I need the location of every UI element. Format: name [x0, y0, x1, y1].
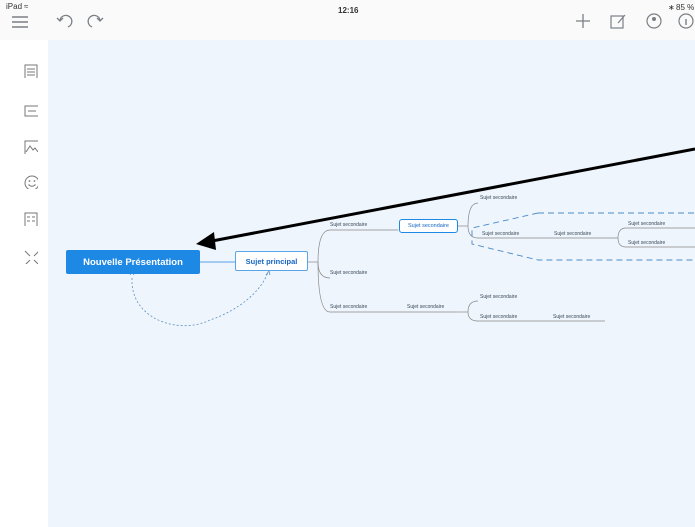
- subtopic[interactable]: Sujet secondaire: [480, 314, 517, 320]
- subtopic[interactable]: Sujet secondaire: [482, 231, 519, 237]
- subtopic[interactable]: Sujet secondaire: [330, 270, 367, 276]
- subtopic[interactable]: Sujet secondaire: [553, 314, 590, 320]
- subtopic[interactable]: Sujet secondaire: [480, 195, 517, 201]
- subtopic[interactable]: Sujet secondaire: [480, 294, 517, 300]
- subtopic[interactable]: Sujet secondaire: [554, 231, 591, 237]
- subtopic[interactable]: Sujet secondaire: [330, 304, 367, 310]
- subtopic[interactable]: Sujet secondaire: [330, 222, 367, 228]
- selected-subtopic[interactable]: Sujet secondaire: [399, 219, 458, 233]
- root-topic[interactable]: Nouvelle Présentation: [66, 250, 200, 274]
- main-topic[interactable]: Sujet principal: [235, 251, 308, 271]
- subtopic[interactable]: Sujet secondaire: [628, 240, 665, 246]
- subtopic[interactable]: Sujet secondaire: [407, 304, 444, 310]
- subtopic[interactable]: Sujet secondaire: [628, 221, 665, 227]
